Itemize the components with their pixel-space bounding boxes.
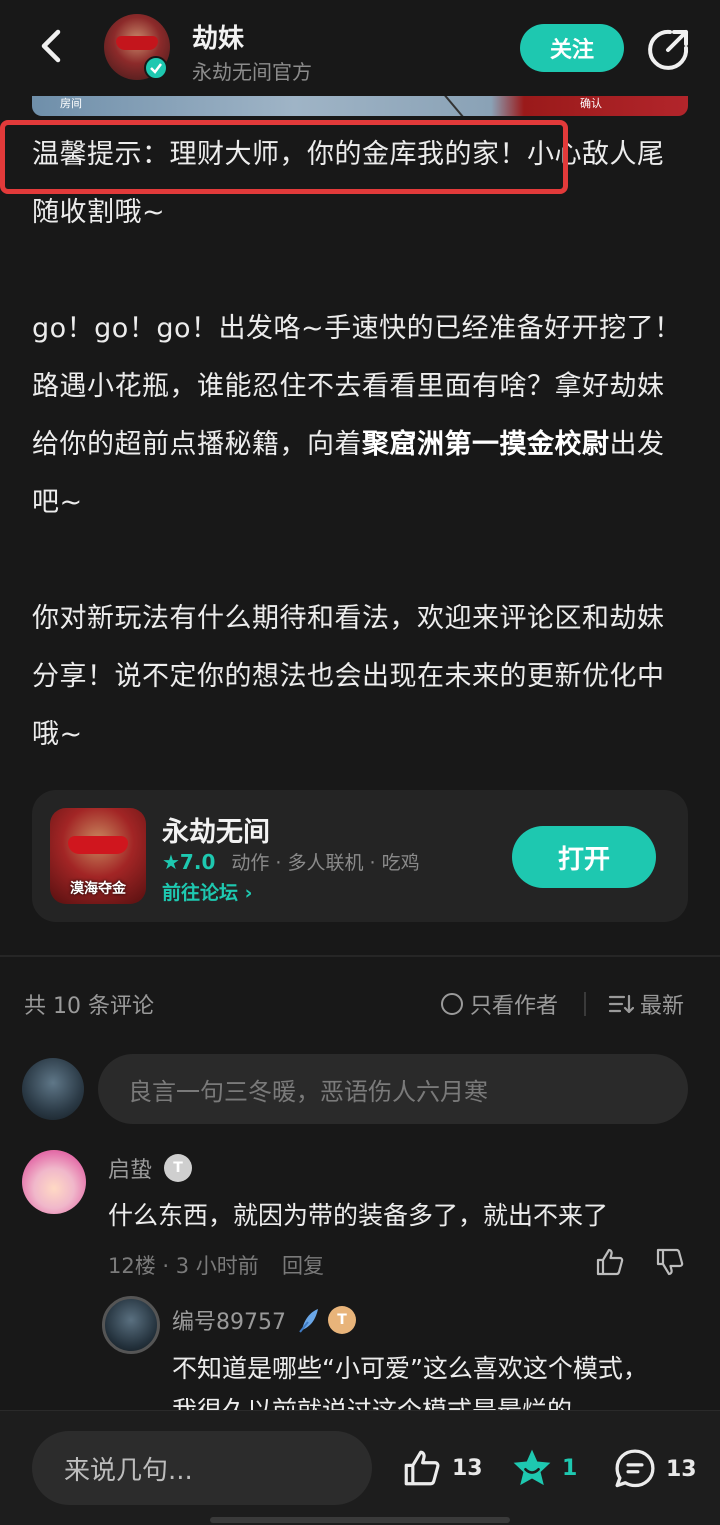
sort-icon <box>608 994 634 1014</box>
p2-bold-text: 聚窟洲第一摸金校尉 <box>362 429 610 460</box>
sort-toggle[interactable]: 最新 <box>608 988 684 1020</box>
game-tags: 动作 · 多人联机 · 吃鸡 <box>231 852 420 874</box>
forum-link[interactable]: 前往论坛 › <box>162 878 252 905</box>
commenter-avatar[interactable] <box>22 1150 86 1214</box>
my-avatar <box>22 1058 84 1120</box>
commenter-name[interactable]: 启蛰 T <box>108 1152 193 1184</box>
star-icon <box>513 1449 551 1486</box>
back-arrow-icon[interactable] <box>30 24 74 68</box>
game-rating: ★7.0 <box>162 849 216 874</box>
section-divider <box>0 955 720 957</box>
reply-author-name-text: 编号89757 <box>172 1310 286 1335</box>
like-count: 13 <box>452 1455 483 1481</box>
thumbs-up-icon[interactable] <box>594 1246 626 1278</box>
filter-separator <box>584 992 586 1016</box>
article-paragraph-3: 你对新玩法有什么期待和看法，欢迎来评论区和劫妹分享！说不定你的想法也会出现在未来… <box>32 603 665 750</box>
favorite-count: 1 <box>562 1455 578 1481</box>
open-game-button[interactable]: 打开 <box>512 826 656 888</box>
comment-bubble-icon <box>615 1449 655 1488</box>
game-meta: ★7.0 动作 · 多人联机 · 吃鸡 <box>162 848 420 875</box>
author-subtitle: 永劫无间官方 <box>192 60 312 84</box>
author-only-toggle[interactable]: 只看作者 <box>440 988 558 1020</box>
like-action[interactable]: 13 <box>400 1447 483 1489</box>
highlight-box <box>0 120 568 194</box>
top-header: 劫妹 永劫无间官方 关注 <box>0 0 720 96</box>
comment-count: 共 10 条评论 <box>24 994 154 1019</box>
reply-author-name[interactable]: 编号89757 T <box>172 1304 356 1336</box>
article-body: 温馨提示：理财大师，你的金库我的家！小心敌人尾随收割哦~ go！go！go！出发… <box>32 126 688 822</box>
favorite-action[interactable]: 1 <box>510 1447 577 1489</box>
comment-input[interactable]: 良言一句三冬暖，恶语伤人六月寒 <box>98 1054 688 1124</box>
radio-circle-icon <box>441 993 463 1015</box>
article-paragraph-2: go！go！go！出发咯~手速快的已经准备好开挖了！路遇小花瓶，谁能忍住不去看看… <box>32 300 688 532</box>
reply-text: 不知道是哪些“小可爱”这么喜欢这个模式，我很久以前就说过这个模式是最烂的 <box>172 1354 648 1412</box>
game-icon-caption: 漠海夺金 <box>70 881 126 897</box>
level-badge-icon: T <box>328 1306 356 1334</box>
level-badge-icon: T <box>164 1154 193 1182</box>
share-icon[interactable] <box>646 28 690 72</box>
follow-button[interactable]: 关注 <box>520 24 624 72</box>
author-name[interactable]: 劫妹 <box>192 18 244 55</box>
comment-count-bottom: 13 <box>666 1456 697 1482</box>
commenter-name-text: 启蛰 <box>108 1158 153 1183</box>
thumbs-down-icon[interactable] <box>654 1246 686 1278</box>
image-label-right: 确认 <box>580 97 602 110</box>
image-label-left: 房间 <box>60 97 82 110</box>
game-title[interactable]: 永劫无间 <box>162 810 270 849</box>
comment-text: 什么东西，就因为带的装备多了，就出不来了 <box>108 1201 609 1230</box>
feather-badge-icon <box>299 1309 318 1333</box>
bottom-comment-input[interactable]: 来说几句... <box>32 1431 372 1505</box>
bottom-action-bar: 来说几句... 13 1 13 <box>0 1410 720 1525</box>
reply-avatar[interactable] <box>102 1296 160 1354</box>
thumbs-up-icon <box>404 1450 440 1486</box>
sort-label: 最新 <box>640 994 685 1019</box>
home-indicator <box>210 1517 510 1523</box>
game-card[interactable]: 漠海夺金 永劫无间 ★7.0 动作 · 多人联机 · 吃鸡 前往论坛 › 打开 <box>32 790 688 922</box>
comment-meta: 12楼 · 3 小时前 <box>108 1254 259 1278</box>
author-only-label: 只看作者 <box>470 994 559 1019</box>
game-icon[interactable]: 漠海夺金 <box>50 808 146 904</box>
verified-icon <box>144 56 168 80</box>
reply-button[interactable]: 回复 <box>282 1250 324 1280</box>
comment-action[interactable]: 13 <box>612 1447 697 1491</box>
